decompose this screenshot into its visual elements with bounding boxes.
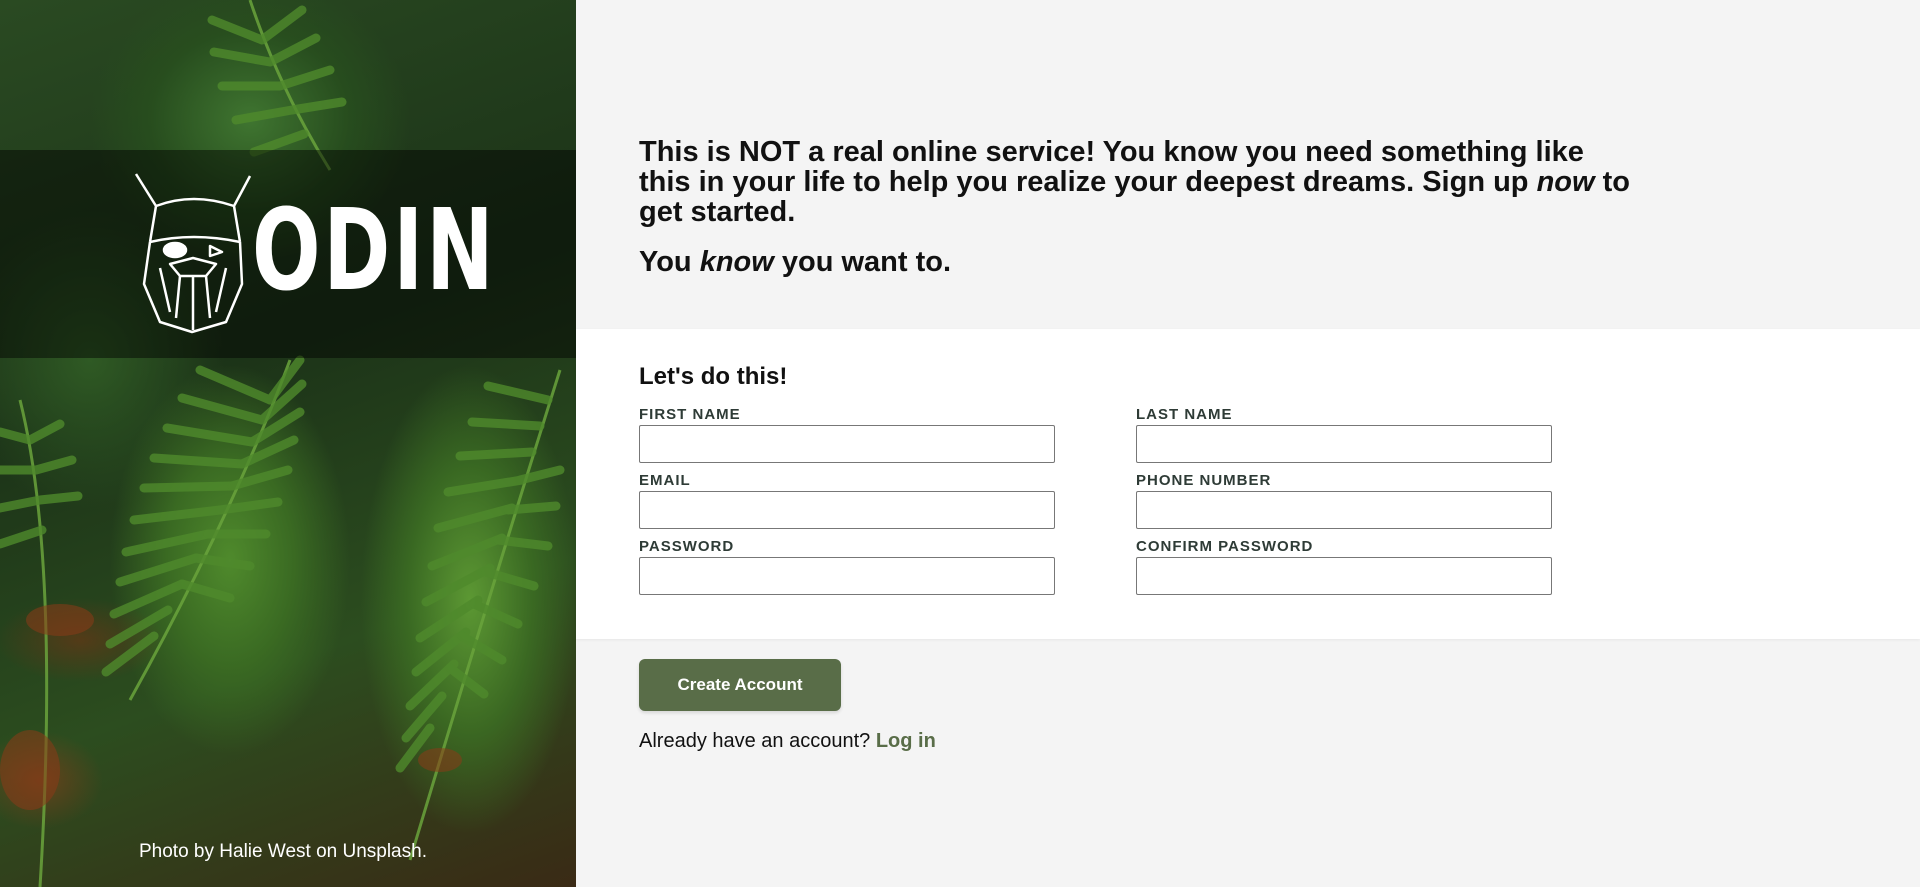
form-title: Let's do this! bbox=[639, 363, 788, 390]
phone-input[interactable] bbox=[1136, 491, 1552, 529]
fern-background-image bbox=[0, 0, 565, 887]
phone-field-group: PHONE NUMBER bbox=[1136, 473, 1552, 529]
brand-wordmark: ODIN bbox=[252, 186, 497, 316]
login-prompt: Already have an account? Log in bbox=[639, 730, 936, 753]
confirm-password-input[interactable] bbox=[1136, 557, 1552, 595]
first-name-input[interactable] bbox=[639, 425, 1055, 463]
signup-form: Let's do this! FIRST NAME LAST NAME EMAI… bbox=[576, 329, 1920, 639]
intro-paragraph: This is NOT a real online service! You k… bbox=[639, 136, 1631, 228]
email-input[interactable] bbox=[639, 491, 1055, 529]
intro-section: This is NOT a real online service! You k… bbox=[639, 137, 1639, 277]
intro-tagline: You know you want to. bbox=[639, 246, 952, 278]
email-label: EMAIL bbox=[639, 472, 691, 489]
login-prompt-text: Already have an account? bbox=[639, 730, 876, 752]
last-name-label: LAST NAME bbox=[1136, 406, 1233, 423]
phone-label: PHONE NUMBER bbox=[1136, 472, 1272, 489]
photo-credit: Photo by Halie West on Unsplash. bbox=[139, 841, 427, 862]
email-field-group: EMAIL bbox=[639, 473, 1055, 529]
login-link[interactable]: Log in bbox=[876, 730, 936, 752]
create-account-button[interactable]: Create Account bbox=[639, 659, 841, 711]
password-label: PASSWORD bbox=[639, 538, 735, 555]
hero-image-panel: ODIN Photo by Halie West on Unsplash. bbox=[0, 0, 576, 887]
last-name-field-group: LAST NAME bbox=[1136, 407, 1552, 463]
confirm-password-label: CONFIRM PASSWORD bbox=[1136, 538, 1314, 555]
first-name-label: FIRST NAME bbox=[639, 406, 741, 423]
last-name-input[interactable] bbox=[1136, 425, 1552, 463]
password-field-group: PASSWORD bbox=[639, 539, 1055, 595]
password-input[interactable] bbox=[639, 557, 1055, 595]
first-name-field-group: FIRST NAME bbox=[639, 407, 1055, 463]
odin-viking-head-icon bbox=[134, 173, 252, 334]
confirm-password-field-group: CONFIRM PASSWORD bbox=[1136, 539, 1552, 595]
